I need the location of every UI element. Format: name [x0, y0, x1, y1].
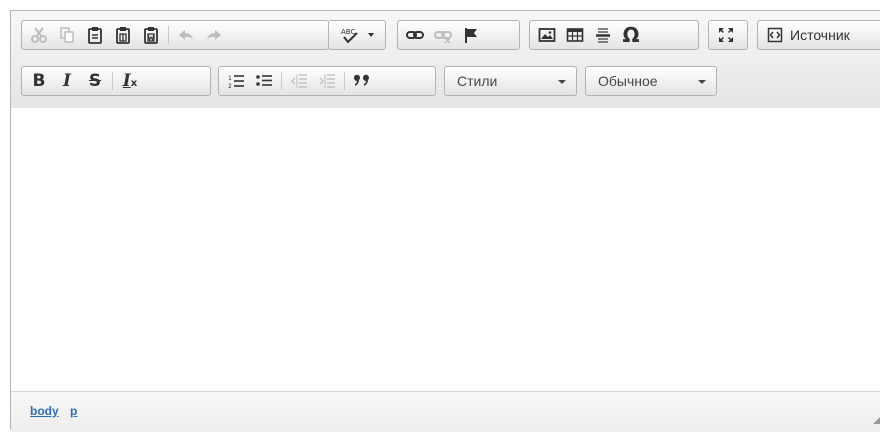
- toolbar-separator: [112, 72, 113, 90]
- strikethrough-icon: S: [88, 71, 102, 91]
- image-icon: [538, 28, 556, 42]
- numbered-list-icon: 12: [228, 75, 244, 90]
- horizontal-rule-button[interactable]: [589, 22, 617, 48]
- redo-button[interactable]: [200, 22, 228, 48]
- outdent-icon: [291, 74, 307, 88]
- quote-icon: [353, 74, 369, 86]
- format-dropdown-label: Обычное: [598, 73, 658, 89]
- dropdown-caret-icon: [368, 33, 374, 37]
- svg-text:2: 2: [228, 83, 232, 90]
- undo-button[interactable]: [172, 22, 200, 48]
- italic-icon: I: [63, 71, 71, 91]
- format-dropdown[interactable]: Обычное: [585, 66, 717, 96]
- remove-format-glyph: I: [122, 71, 131, 91]
- anchor-button[interactable]: [457, 22, 485, 48]
- bulleted-list-icon: [256, 75, 272, 86]
- editor-status-bar: body p: [11, 391, 880, 432]
- link-button[interactable]: [401, 22, 429, 48]
- bold-button[interactable]: B: [25, 68, 53, 94]
- unlink-button[interactable]: [429, 22, 457, 48]
- omega-icon: Ω: [622, 23, 640, 47]
- table-grid-icon: [566, 28, 584, 42]
- paste-button[interactable]: [81, 22, 109, 48]
- special-char-button[interactable]: Ω: [617, 22, 645, 48]
- flag-icon: [465, 28, 477, 43]
- italic-button[interactable]: I: [53, 68, 81, 94]
- paste-text-button[interactable]: [109, 22, 137, 48]
- maximize-button[interactable]: [712, 22, 740, 48]
- unlink-icon: [434, 31, 452, 44]
- path-p-link[interactable]: p: [70, 404, 77, 418]
- link-chain-icon: [406, 31, 424, 39]
- remove-format-button[interactable]: Ix: [116, 68, 144, 94]
- editor-content-area[interactable]: [11, 108, 880, 391]
- cut-button[interactable]: [25, 22, 53, 48]
- maximize-arrows-icon: [719, 28, 733, 42]
- svg-text:ABC: ABC: [341, 28, 355, 36]
- remove-format-icon: Ix: [123, 71, 137, 91]
- undo-arrow-icon: [179, 30, 193, 40]
- indent-icon: [319, 74, 335, 88]
- toolbar-separator: [281, 72, 282, 90]
- spellcheck-icon: ABC: [341, 28, 358, 44]
- bold-icon: B: [32, 71, 46, 91]
- chevron-down-icon: [698, 80, 706, 84]
- paste-word-button[interactable]: [137, 22, 165, 48]
- toolbar-separator: [344, 72, 345, 90]
- rich-text-editor: ABC Ω Источник B I S Ix 1 2 Стили Обычно…: [10, 10, 880, 432]
- toolbar-separator: [168, 26, 169, 44]
- spellcheck-group: ABC: [328, 20, 386, 50]
- insert-group: Ω: [529, 20, 699, 50]
- svg-text:1: 1: [228, 75, 232, 82]
- editor-toolbar: ABC Ω Источник B I S Ix 1 2 Стили Обычно…: [11, 11, 880, 109]
- styles-dropdown[interactable]: Стили: [444, 66, 577, 96]
- bulleted-list-button[interactable]: [250, 68, 278, 94]
- copy-button[interactable]: [53, 22, 81, 48]
- basic-styles-group: B I S Ix: [21, 66, 211, 96]
- redo-arrow-icon: [207, 30, 221, 40]
- path-body-link[interactable]: body: [30, 404, 59, 418]
- table-button[interactable]: [561, 22, 589, 48]
- strikethrough-button[interactable]: S: [81, 68, 109, 94]
- paste-text-icon: [116, 27, 130, 44]
- source-code-icon: [767, 27, 783, 43]
- styles-dropdown-label: Стили: [457, 73, 498, 89]
- source-button[interactable]: Источник: [757, 20, 880, 50]
- maximize-group: [708, 20, 748, 50]
- paragraph-group: 12: [218, 66, 436, 96]
- copy-icon: [60, 27, 74, 43]
- paste-icon: [88, 27, 102, 44]
- link-group: [397, 20, 520, 50]
- clipboard-undo-group: [21, 20, 329, 50]
- numbered-list-button[interactable]: 12: [222, 68, 250, 94]
- scissors-icon: [31, 27, 47, 43]
- spellcheck-button[interactable]: ABC: [333, 22, 381, 48]
- indent-button[interactable]: [313, 68, 341, 94]
- remove-format-sub: x: [130, 78, 138, 89]
- resize-handle-icon[interactable]: [873, 417, 880, 424]
- outdent-button[interactable]: [285, 68, 313, 94]
- source-button-label: Источник: [790, 27, 850, 43]
- chevron-down-icon: [558, 80, 566, 84]
- paste-word-icon: [144, 27, 158, 44]
- horizontal-line-icon: [596, 28, 610, 43]
- blockquote-button[interactable]: [348, 68, 376, 94]
- image-button[interactable]: [533, 22, 561, 48]
